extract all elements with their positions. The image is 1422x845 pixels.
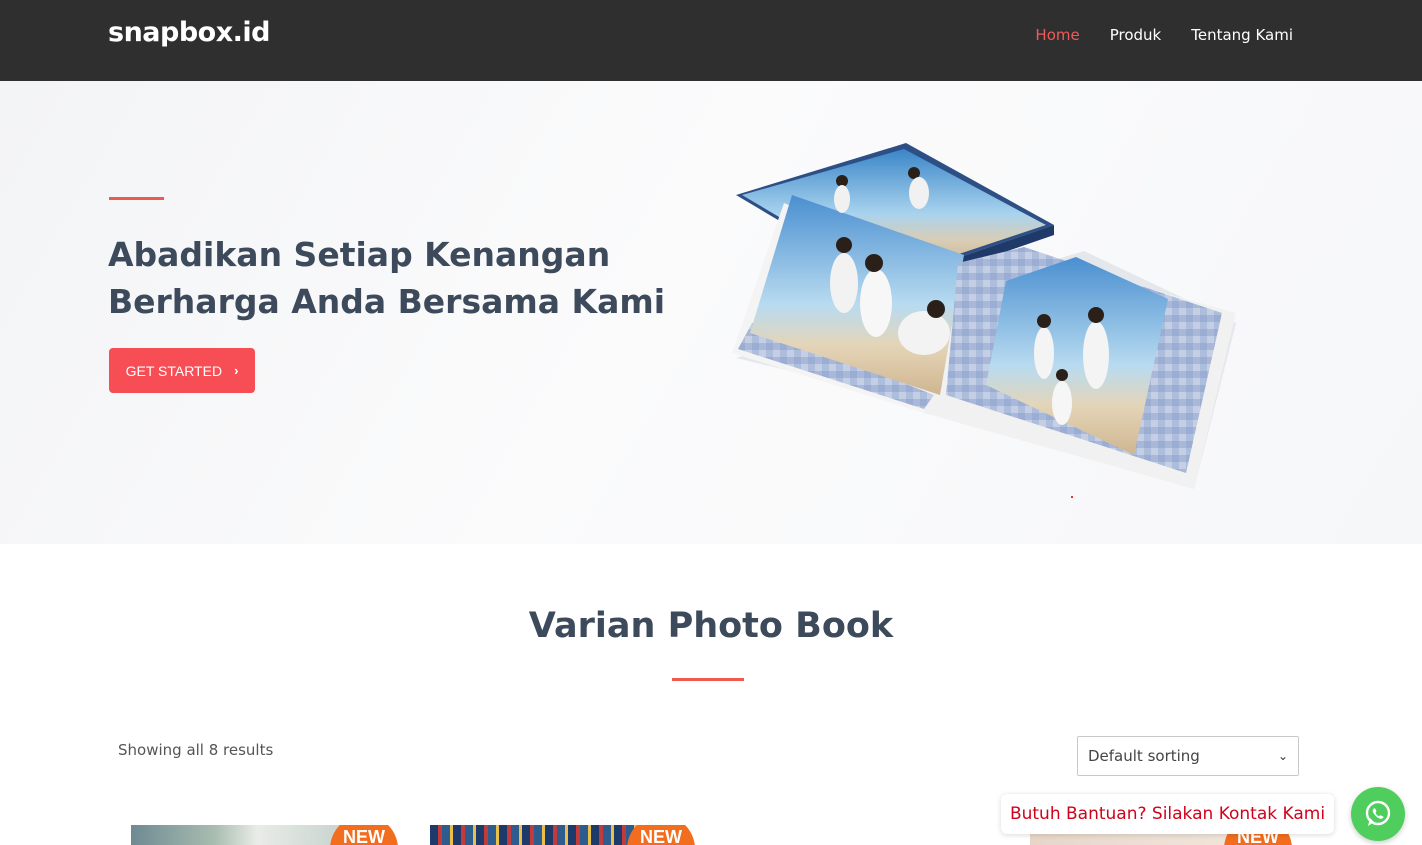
nav-item-produk[interactable]: Produk xyxy=(1110,26,1162,44)
section-title: Varian Photo Book xyxy=(528,606,894,646)
hero-section: Abadikan Setiap Kenangan Berharga Anda B… xyxy=(0,81,1422,544)
get-started-button[interactable]: GET STARTED › xyxy=(109,348,255,393)
whatsapp-icon xyxy=(1365,800,1391,826)
product-card[interactable]: NEW xyxy=(131,825,401,845)
nav-item-home[interactable]: Home xyxy=(1035,26,1079,44)
product-card[interactable]: NEW xyxy=(430,825,700,845)
chevron-right-icon: › xyxy=(234,363,239,378)
help-bubble[interactable]: Butuh Bantuan? Silakan Kontak Kami xyxy=(1001,794,1334,834)
new-badge: NEW xyxy=(330,825,398,845)
hero-accent-line xyxy=(109,197,164,200)
hero-title: Abadikan Setiap Kenangan Berharga Anda B… xyxy=(108,231,668,325)
product-image[interactable] xyxy=(430,825,640,845)
photo-book-image xyxy=(732,143,1236,489)
section-accent-line xyxy=(672,678,744,681)
sort-select[interactable]: Default sorting ⌄ xyxy=(1077,736,1299,776)
result-count: Showing all 8 results xyxy=(118,741,274,759)
product-image[interactable] xyxy=(131,825,341,845)
slider-dot[interactable] xyxy=(1071,496,1073,498)
hero-title-line-2: Berharga Anda Bersama Kami xyxy=(108,282,666,321)
site-header: snapbox.id Home Produk Tentang Kami xyxy=(0,0,1422,81)
nav-item-tentang-kami[interactable]: Tentang Kami xyxy=(1191,26,1293,44)
sort-selected-value: Default sorting xyxy=(1088,747,1200,765)
get-started-label: GET STARTED xyxy=(125,362,223,379)
main-nav: Home Produk Tentang Kami xyxy=(1035,26,1293,44)
chevron-down-icon: ⌄ xyxy=(1277,749,1288,763)
site-logo[interactable]: snapbox.id xyxy=(108,17,270,48)
hero-title-line-1: Abadikan Setiap Kenangan xyxy=(108,235,611,274)
whatsapp-button[interactable] xyxy=(1351,787,1405,841)
new-badge: NEW xyxy=(627,825,695,845)
